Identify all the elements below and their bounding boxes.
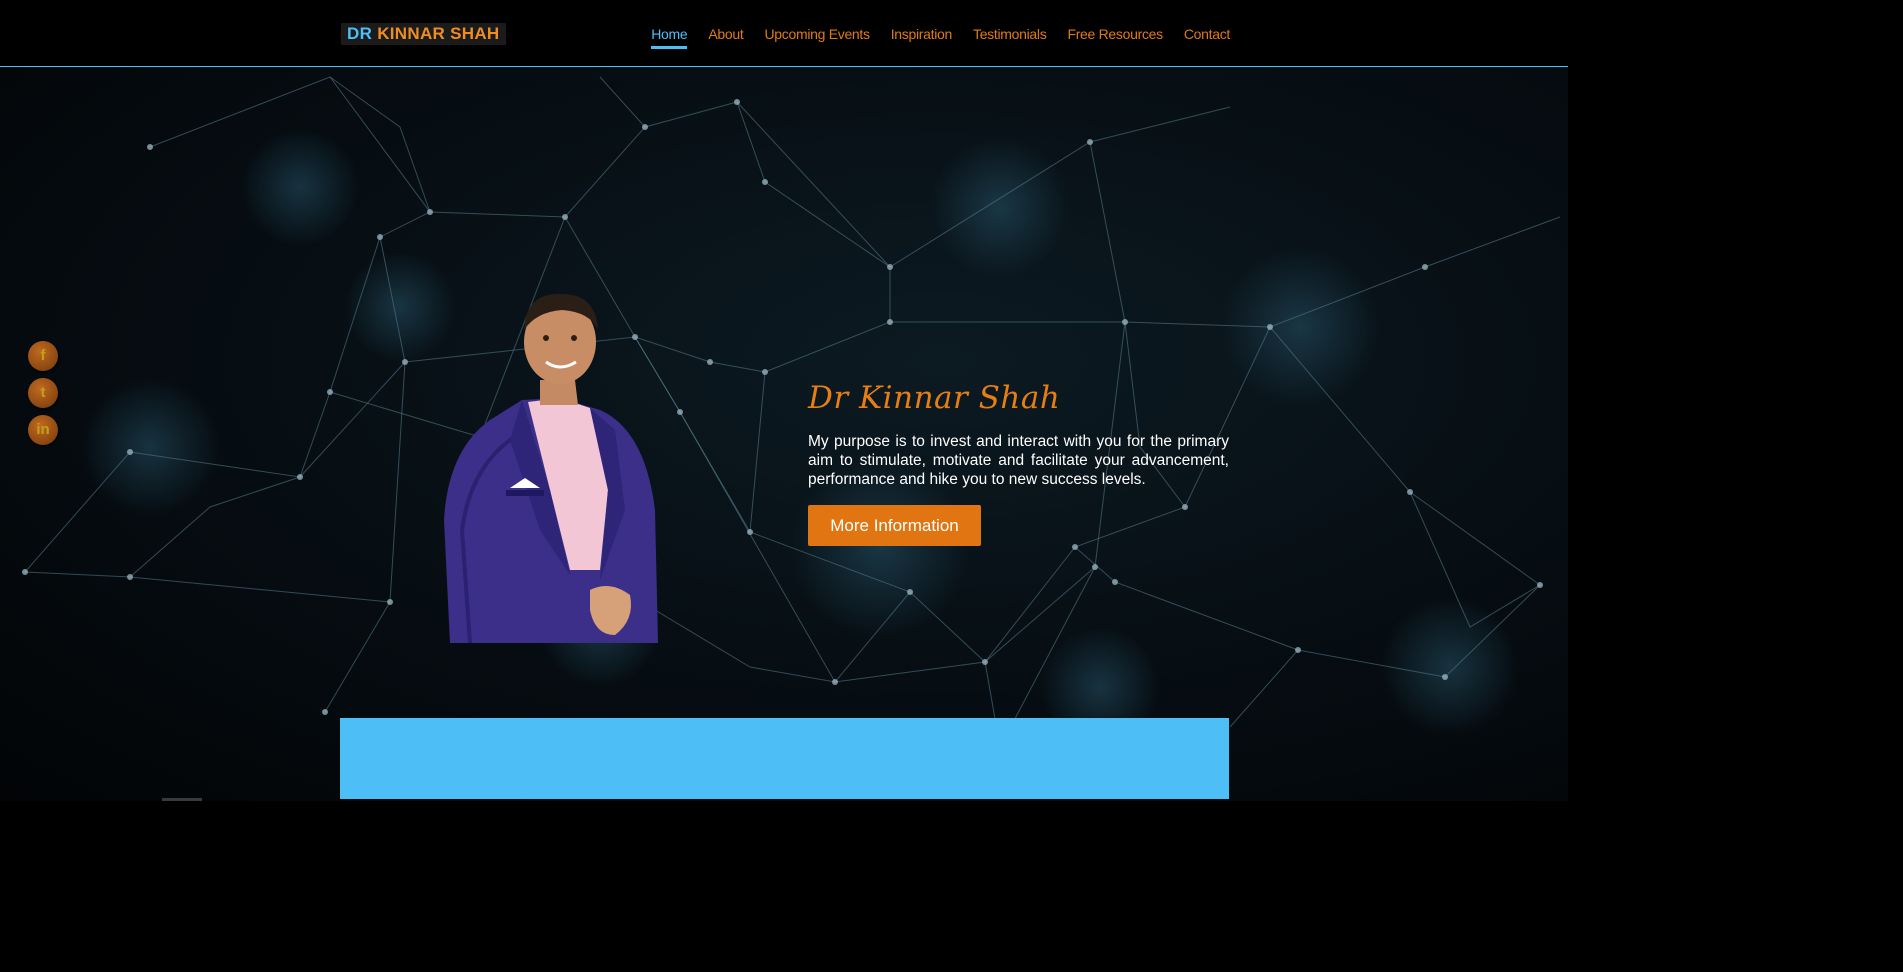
site-logo[interactable]: DR KINNAR SHAH [341, 23, 506, 45]
main-nav: Home About Upcoming Events Inspiration T… [630, 24, 1230, 49]
facebook-icon[interactable]: f [28, 341, 58, 371]
nav-item-free-resources[interactable]: Free Resources [1067, 24, 1163, 44]
network-background [22, 76, 1561, 749]
page: DR KINNAR SHAH Home About Upcoming Event… [0, 0, 1568, 801]
nav-item-testimonials[interactable]: Testimonials [973, 24, 1047, 44]
scroll-indicator[interactable] [162, 798, 202, 801]
nav-item-contact[interactable]: Contact [1184, 24, 1230, 44]
nav-item-home[interactable]: Home [651, 24, 688, 49]
site-header: DR KINNAR SHAH Home About Upcoming Event… [0, 0, 1568, 67]
logo-name: KINNAR SHAH [377, 24, 500, 43]
nav-item-upcoming-events[interactable]: Upcoming Events [764, 24, 870, 44]
nav-item-about[interactable]: About [708, 24, 743, 44]
hero-title: Dr Kinnar Shah [808, 380, 1061, 416]
twitter-icon[interactable]: t [28, 378, 58, 408]
more-information-button[interactable]: More Information [808, 505, 981, 546]
logo-prefix: DR [347, 24, 373, 43]
nav-item-inspiration[interactable]: Inspiration [891, 24, 953, 44]
linkedin-icon[interactable]: in [28, 415, 58, 445]
hero-description: My purpose is to invest and interact wit… [808, 433, 1229, 488]
content-panel [340, 718, 1229, 799]
profile-photo [444, 293, 658, 643]
hero-section [0, 67, 1568, 801]
